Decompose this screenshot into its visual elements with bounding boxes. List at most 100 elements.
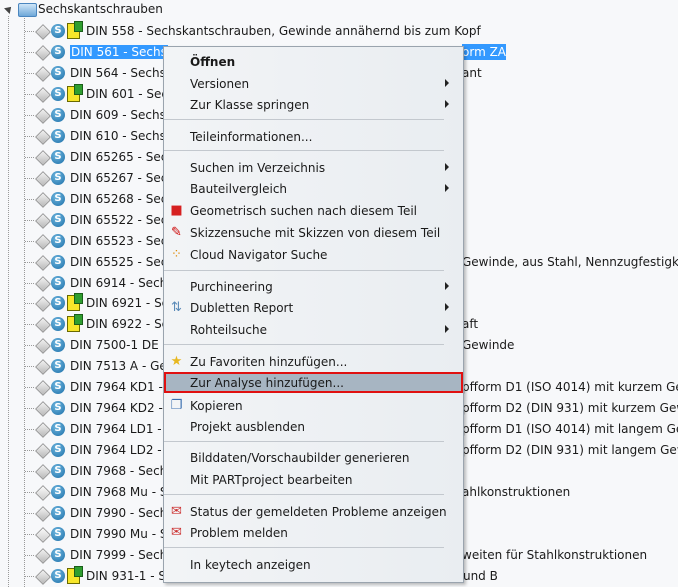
part-cube-icon bbox=[35, 548, 51, 564]
part-cube-icon bbox=[35, 86, 51, 103]
menu-item-zur-analyse-hinzufügen[interactable]: Zur Analyse hinzufügen... bbox=[164, 372, 463, 393]
menu-item-label: Status der gemeldeten Probleme anzeigen bbox=[190, 505, 447, 519]
menu-item-projekt-ausblenden[interactable]: Projekt ausblenden bbox=[164, 416, 463, 437]
tree-row-label: DIN 7964 LD1 - bbox=[70, 422, 162, 437]
standard-s-icon: S bbox=[51, 275, 65, 290]
tree-row-label-tail: pfform D2 (DIN 931) mit langem Gewi bbox=[462, 443, 678, 458]
tree-connector bbox=[25, 534, 34, 536]
standard-s-icon: S bbox=[51, 170, 65, 185]
standard-s-icon: S bbox=[51, 380, 65, 395]
standard-s-icon: S bbox=[51, 128, 65, 143]
part-cube-icon bbox=[35, 401, 51, 418]
tree-row-label: DIN 7990 - Sech bbox=[70, 506, 168, 521]
part-cube-icon bbox=[35, 170, 51, 187]
menu-item-label: Geometrisch suchen nach diesem Teil bbox=[190, 204, 417, 218]
menu-item-label: Zur Analyse hinzufügen... bbox=[190, 376, 344, 390]
menu-item-mit-partproject-bearbeiten[interactable]: Mit PARTproject bearbeiten bbox=[164, 469, 463, 490]
collapse-icon[interactable] bbox=[4, 4, 14, 14]
standard-s-icon: S bbox=[51, 527, 65, 542]
part-cube-icon bbox=[35, 359, 51, 376]
tree-row-label: DIN 7964 KD2 - bbox=[70, 401, 163, 416]
part-cube-icon bbox=[35, 569, 51, 585]
document-icon bbox=[67, 293, 83, 312]
menu-item-label: Suchen im Verzeichnis bbox=[190, 161, 326, 175]
copy-icon: ❐ bbox=[170, 398, 183, 413]
tree-row-label-tail: Gewinde, aus Stahl, Nennzugfestigkeit bbox=[462, 254, 678, 269]
menu-item-bilddaten-vorschaubilder-generieren[interactable]: Bilddaten/Vorschaubilder generieren bbox=[164, 447, 463, 468]
standard-s-icon: S bbox=[51, 24, 65, 38]
standard-s-icon: S bbox=[51, 422, 65, 437]
tree-row-label: DIN 7964 KD1 - bbox=[70, 380, 163, 395]
tree-row-label-tail: aft bbox=[462, 317, 479, 332]
tree-row-label: DIN 6921 - Se bbox=[86, 296, 170, 311]
standard-s-icon: S bbox=[51, 568, 65, 583]
menu-item-suchen-im-verzeichnis[interactable]: Suchen im Verzeichnis bbox=[164, 157, 463, 178]
standard-s-icon: S bbox=[51, 338, 65, 353]
cloud-navigator-icon: ⁘ bbox=[171, 247, 182, 262]
part-cube-icon bbox=[35, 296, 51, 313]
part-cube-icon bbox=[35, 149, 51, 166]
standard-s-icon: S bbox=[51, 191, 65, 206]
tree-connector bbox=[25, 513, 34, 515]
menu-separator bbox=[164, 150, 444, 151]
menu-item-geometrisch-suchen-nach-diesem-teil[interactable]: ■ Geometrisch suchen nach diesem Teil bbox=[164, 200, 463, 221]
menu-item-in-keytech-anzeigen[interactable]: In keytech anzeigen bbox=[164, 554, 463, 575]
standard-s-icon: S bbox=[51, 485, 65, 500]
tree-row-label: DIN 7968 - Sech bbox=[70, 464, 168, 479]
menu-item-label: Öffnen bbox=[190, 55, 236, 69]
menu-item-zu-favoriten-hinzufügen[interactable]: ★ Zu Favoriten hinzufügen... bbox=[164, 351, 463, 372]
menu-item-label: Zur Klasse springen bbox=[190, 98, 310, 112]
standard-s-icon: S bbox=[51, 86, 65, 101]
menu-item-label: Cloud Navigator Suche bbox=[190, 248, 328, 262]
assembly-icon bbox=[35, 485, 51, 502]
menu-item-skizzensuche-mit-skizzen-von-diesem-teil[interactable]: ✎ Skizzensuche mit Skizzen von diesem Tei… bbox=[164, 222, 463, 243]
context-menu: Öffnen Versionen Zur Klasse springen Teilei… bbox=[163, 46, 464, 583]
tree-connector bbox=[25, 114, 34, 116]
menu-item-rohteilsuche[interactable]: Rohteilsuche bbox=[164, 319, 463, 340]
part-cube-icon bbox=[35, 338, 51, 355]
tree-connector bbox=[25, 31, 34, 32]
menu-item-dubletten-report[interactable]: ⇅ Dubletten Report bbox=[164, 297, 463, 318]
submenu-arrow-icon bbox=[445, 325, 449, 333]
document-icon bbox=[67, 21, 83, 39]
menu-item-kopieren[interactable]: ❐ Kopieren bbox=[164, 395, 463, 416]
tree-row-label-tail: ant bbox=[462, 65, 482, 80]
tree-node-root[interactable]: Sechskantschrauben bbox=[0, 0, 300, 20]
tree-row-label: DIN 65267 - Sec bbox=[70, 170, 168, 185]
tree-connector bbox=[25, 156, 34, 158]
menu-item-purchineering[interactable]: Purchineering bbox=[164, 276, 463, 297]
tree-row-label: DIN 7964 LD2 - bbox=[70, 443, 162, 458]
menu-item-label: Bilddaten/Vorschaubilder generieren bbox=[190, 451, 410, 465]
standard-s-icon: S bbox=[51, 212, 65, 227]
part-cube-icon bbox=[35, 443, 51, 460]
tree-connector bbox=[25, 324, 34, 326]
part-cube-icon bbox=[35, 464, 51, 481]
menu-item-status-der-gemeldeten-probleme-anzeigen[interactable]: ✉ Status der gemeldeten Probleme anzeigen bbox=[164, 501, 463, 522]
menu-separator bbox=[164, 494, 444, 495]
submenu-arrow-icon bbox=[445, 184, 449, 192]
menu-item-bauteilvergleich[interactable]: Bauteilvergleich bbox=[164, 178, 463, 199]
sketch-icon: ✎ bbox=[171, 225, 182, 240]
part-cube-icon bbox=[35, 128, 51, 145]
menu-item-versionen[interactable]: Versionen bbox=[164, 73, 463, 94]
standard-s-icon: S bbox=[51, 443, 65, 458]
part-cube-icon bbox=[35, 254, 51, 271]
menu-item-teileinformationen[interactable]: Teileinformationen... bbox=[164, 126, 463, 147]
tree-row[interactable]: S DIN 558 - Sechskantschrauben, Gewinde a… bbox=[0, 21, 678, 42]
part-cube-icon bbox=[35, 24, 51, 40]
menu-item-zur-klasse-springen[interactable]: Zur Klasse springen bbox=[164, 94, 463, 115]
menu-item-label: Kopieren bbox=[190, 399, 243, 413]
tree-connector bbox=[25, 282, 34, 284]
part-cube-icon bbox=[35, 506, 51, 522]
tree-connector bbox=[25, 219, 34, 221]
tree-row-label-tail: ahlkonstruktionen bbox=[462, 485, 571, 500]
tree-connector bbox=[25, 429, 34, 431]
tree-connector bbox=[25, 51, 34, 53]
tree-row-label-tail: pfform D2 (DIN 931) mit kurzem Gewi bbox=[462, 401, 678, 416]
menu-item-öffnen[interactable]: Öffnen bbox=[164, 51, 463, 72]
standard-s-icon: S bbox=[51, 464, 65, 479]
menu-item-cloud-navigator-suche[interactable]: ⁘ Cloud Navigator Suche bbox=[164, 244, 463, 265]
standard-s-icon: S bbox=[51, 296, 65, 311]
menu-item-label: Teileinformationen... bbox=[190, 130, 313, 144]
menu-item-problem-melden[interactable]: ✉ Problem melden bbox=[164, 522, 463, 543]
